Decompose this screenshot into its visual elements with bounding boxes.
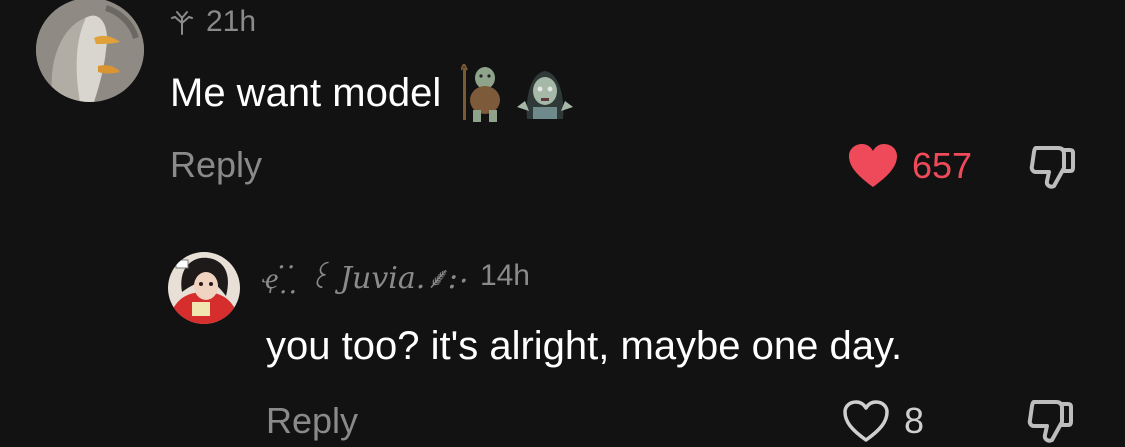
sprout-icon — [171, 11, 193, 35]
like-button[interactable]: 657 — [848, 140, 972, 192]
thumbs-down-icon[interactable] — [1026, 398, 1074, 444]
reply-button[interactable]: Reply — [266, 400, 358, 442]
zombie-woman-emoji-icon — [517, 71, 574, 119]
thumbs-down-icon[interactable] — [1028, 144, 1076, 190]
reply-username[interactable]: ҿ ̣̇ ̣̣̇ ꒰ Juvia.⸙:‧ — [262, 256, 466, 297]
reply-avatar[interactable] — [168, 252, 240, 324]
penguin-avatar-icon — [36, 0, 144, 102]
like-count: 657 — [912, 145, 973, 186]
heart-filled-icon — [849, 144, 897, 187]
reply-button[interactable]: Reply — [170, 144, 262, 186]
anime-character-avatar-icon — [168, 252, 240, 324]
heart-outline-icon — [843, 400, 889, 442]
comment-time: 21h — [206, 5, 257, 38]
like-count: 8 — [904, 400, 925, 441]
reply-text: you too? it's alright, maybe one day. — [266, 324, 903, 368]
reply-meta: ҿ ̣̇ ̣̣̇ ꒰ Juvia.⸙:‧ 14h — [262, 256, 530, 296]
troll-emoji-icon — [461, 64, 501, 122]
comment-text-row: Me want model — [170, 64, 575, 122]
comment-text: Me want model — [170, 71, 442, 115]
avatar[interactable] — [36, 0, 144, 102]
like-button[interactable]: 8 — [842, 396, 924, 446]
reply-time: 14h — [479, 259, 530, 292]
comment-meta: 21h — [170, 4, 256, 40]
